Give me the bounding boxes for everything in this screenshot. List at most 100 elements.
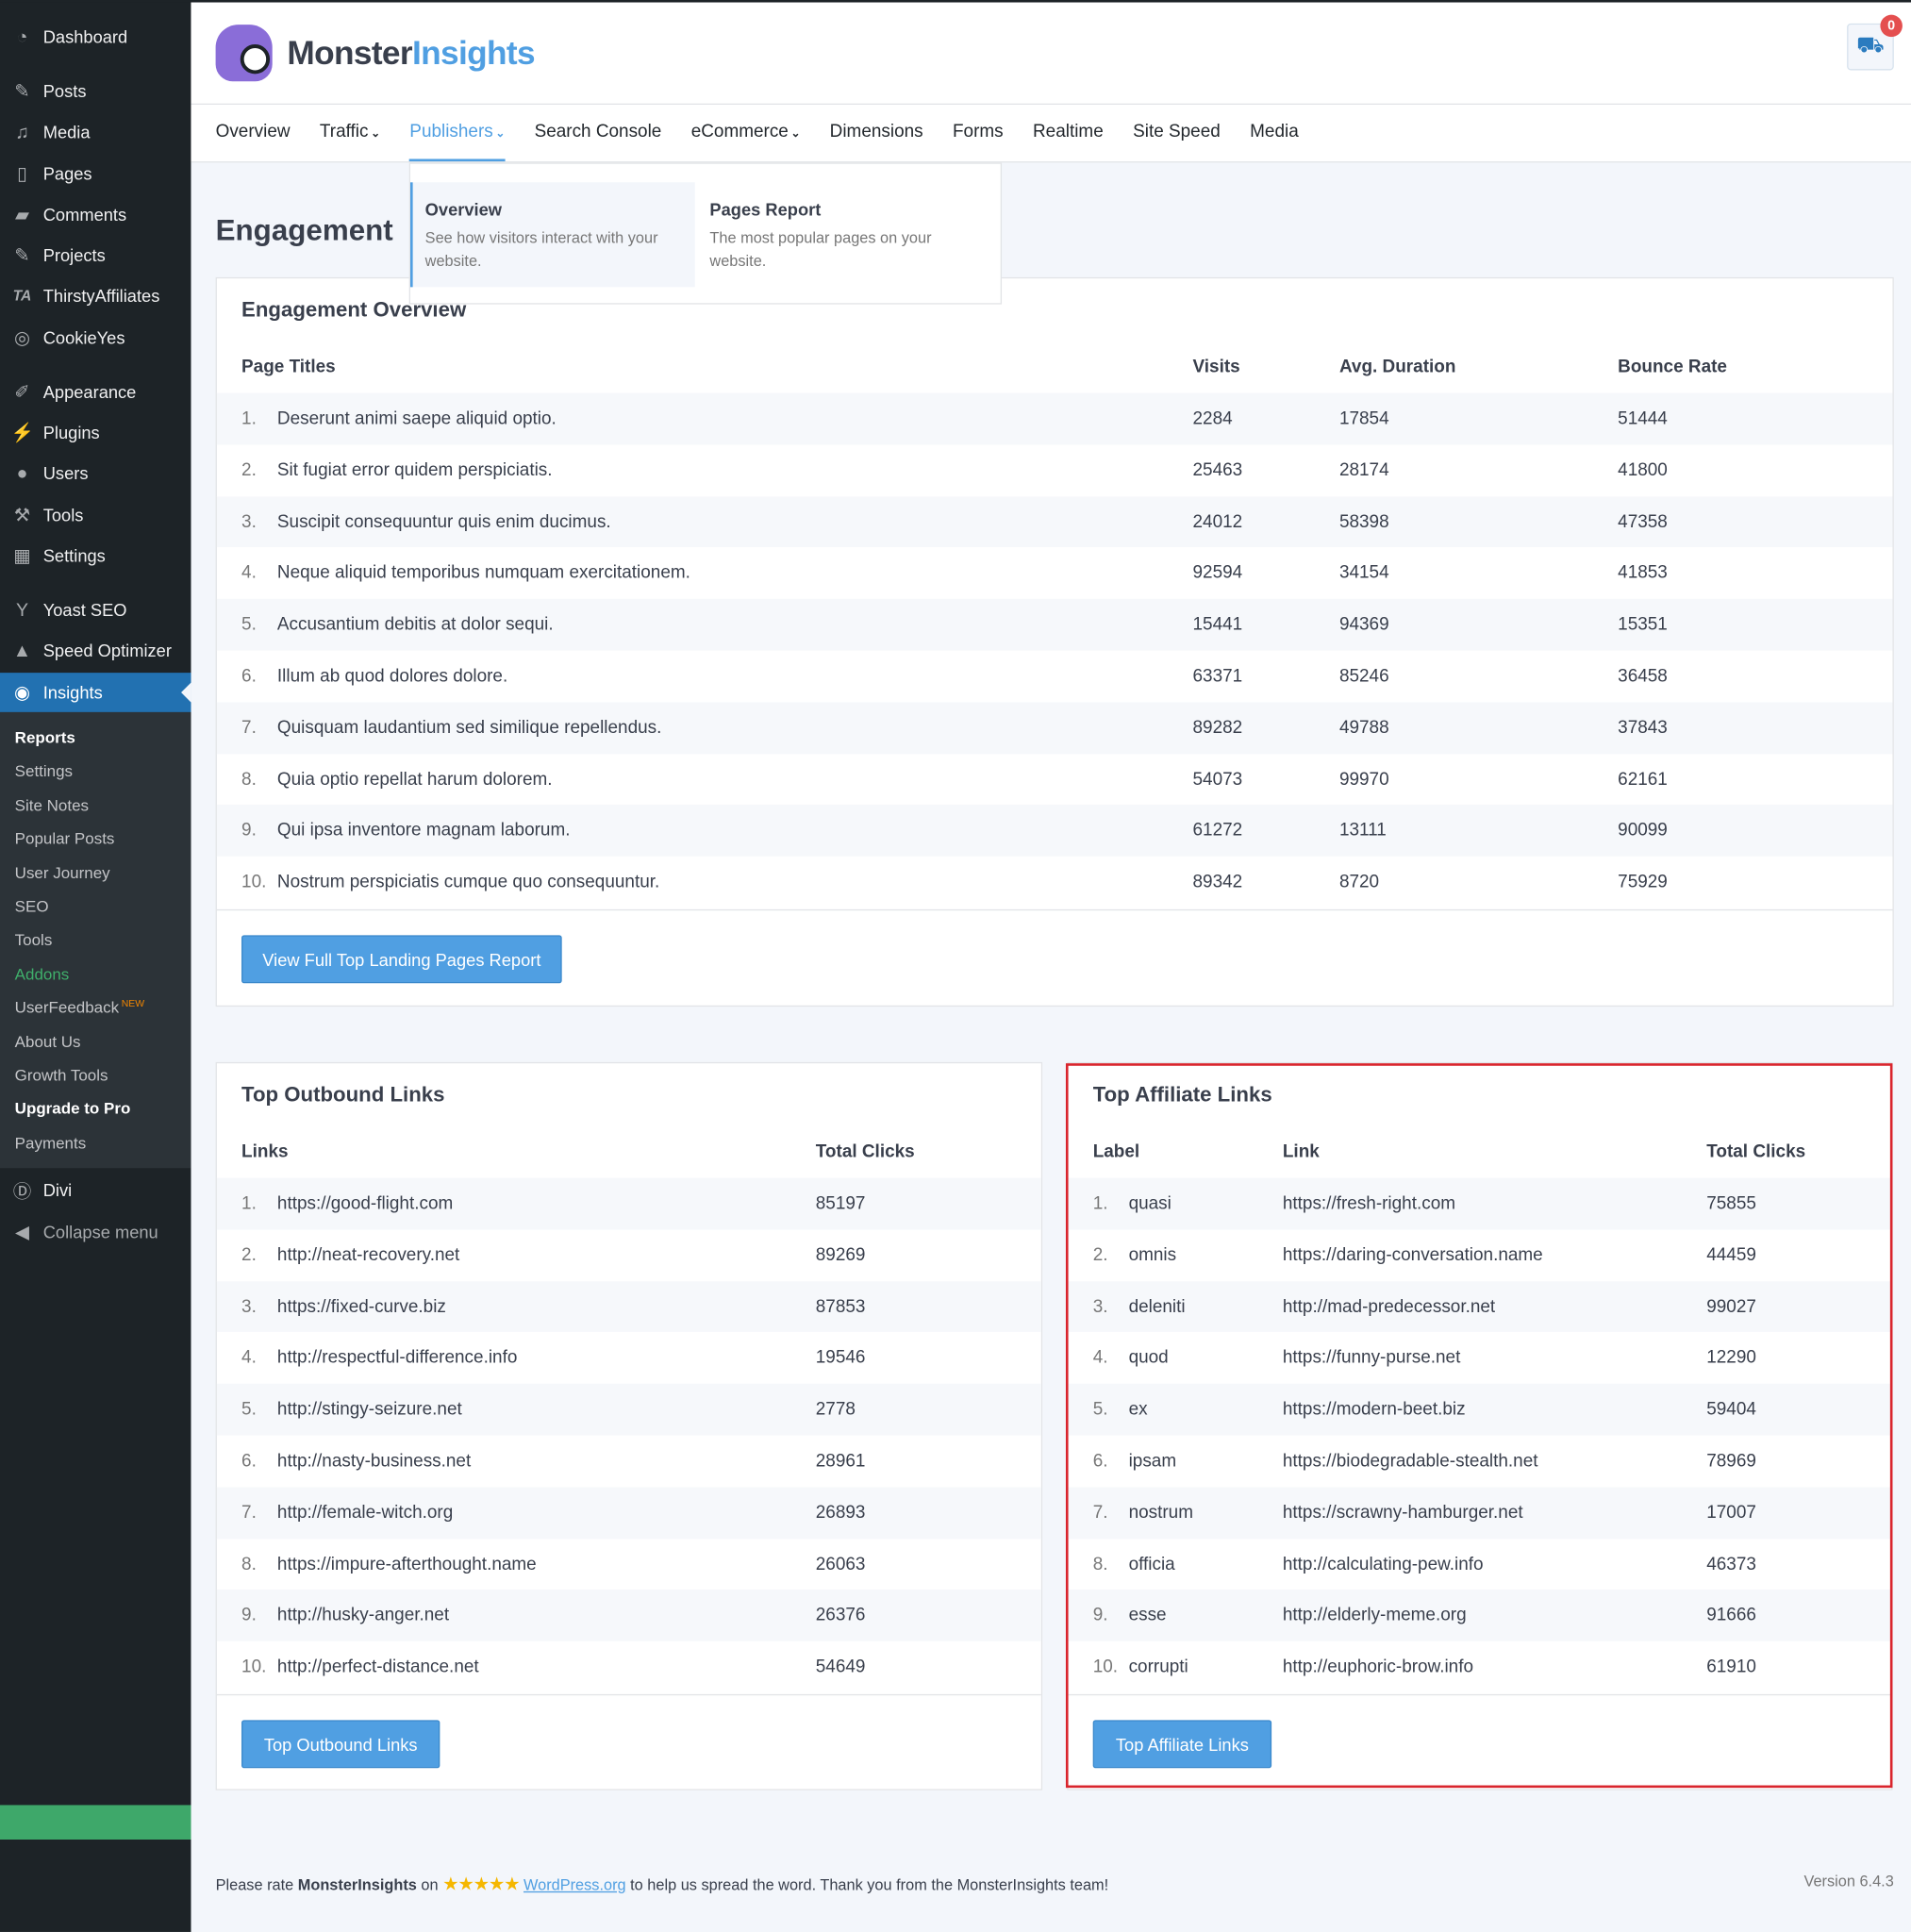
link-cell[interactable]: http://elderly-meme.org	[1283, 1606, 1467, 1625]
bounce-rate-cell: 51444	[1618, 408, 1668, 429]
top-outbound-links-card: Top Outbound Links Links Total Clicks 1.…	[215, 1061, 1043, 1790]
link-cell[interactable]: http://nasty-business.net	[277, 1452, 471, 1472]
new-badge: NEW	[121, 998, 145, 1009]
link-cell[interactable]: http://calculating-pew.info	[1283, 1555, 1484, 1574]
link-cell[interactable]: http://mad-predecessor.net	[1283, 1297, 1495, 1317]
tab-search-console[interactable]: Search Console	[535, 105, 662, 161]
dropdown-item-pages-report[interactable]: Pages Report The most popular pages on yo…	[697, 182, 982, 287]
top-outbound-links-button[interactable]: Top Outbound Links	[241, 1720, 440, 1769]
yoast-icon: Y	[15, 599, 29, 621]
top-affiliate-links-button[interactable]: Top Affiliate Links	[1092, 1720, 1272, 1769]
visits-cell: 54073	[1192, 769, 1243, 790]
link-cell[interactable]: http://husky-anger.net	[277, 1606, 449, 1625]
sidebar-item-label: Speed Optimizer	[42, 641, 172, 661]
sidebar-item-users[interactable]: ● Users	[0, 454, 191, 493]
collapse-menu-button[interactable]: ◀ Collapse menu	[0, 1212, 191, 1252]
link-cell[interactable]: https://biodegradable-stealth.net	[1283, 1452, 1538, 1472]
dropdown-item-overview[interactable]: Overview See how visitors interact with y…	[409, 182, 695, 288]
sidebar-item-plugins[interactable]: ⚡ Plugins	[0, 413, 191, 453]
notifications-button[interactable]: ⛟ 0	[1847, 14, 1903, 71]
link-cell[interactable]: http://euphoric-brow.info	[1283, 1657, 1473, 1677]
visits-cell: 24012	[1192, 511, 1243, 532]
logo-text-light: Insights	[411, 33, 536, 72]
sidebar-item-dashboard[interactable]: ◔ Dashboard	[0, 17, 191, 57]
tab-site-speed[interactable]: Site Speed	[1133, 105, 1221, 161]
tab-ecommerce[interactable]: eCommerce ⌄	[691, 105, 801, 161]
inbox-icon: ⛟	[1856, 31, 1885, 58]
submenu-item-tools[interactable]: Tools	[15, 931, 53, 950]
sidebar-item-posts[interactable]: ✎ Posts	[0, 72, 191, 111]
upgrade-highlight	[0, 1805, 191, 1840]
submenu-item-payments[interactable]: Payments	[15, 1133, 87, 1152]
sidebar-item-settings[interactable]: ▦ Settings	[0, 536, 191, 575]
admin-sidebar: ◔ Dashboard ✎ Posts ♫ Media ▯ Pages ▰ Comments ✎ Pr…	[0, 0, 191, 1932]
table-row: 2. http://neat-recovery.net 89269	[217, 1229, 1041, 1281]
tab-label: Media	[1250, 122, 1299, 142]
table-row: 6. http://nasty-business.net 28961	[217, 1436, 1041, 1488]
link-cell[interactable]: https://fresh-right.com	[1283, 1194, 1455, 1214]
sidebar-item-comments[interactable]: ▰ Comments	[0, 194, 191, 234]
table-row: 9. esse http://elderly-meme.org 91666	[1068, 1590, 1892, 1641]
sidebar-item-divi[interactable]: Ⓓ Divi	[0, 1171, 191, 1210]
tab-publishers[interactable]: Publishers ⌄	[409, 105, 506, 162]
link-cell[interactable]: https://scrawny-hamburger.net	[1283, 1503, 1523, 1523]
link-cell[interactable]: https://good-flight.com	[277, 1194, 453, 1214]
sidebar-item-insights[interactable]: ◉ Insights	[0, 673, 191, 712]
table-row: 10. http://perfect-distance.net 54649	[217, 1641, 1041, 1693]
submenu-item-popular-posts[interactable]: Popular Posts	[15, 829, 115, 848]
table-row: 7. Quisquam laudantium sed similique repe…	[216, 702, 1893, 754]
sidebar-item-yoast-seo[interactable]: Y Yoast SEO	[0, 591, 191, 630]
link-cell[interactable]: http://female-witch.org	[277, 1503, 453, 1523]
tab-label: Search Console	[534, 122, 662, 142]
insights-submenu: Reports Settings Site Notes Popular Posts Us…	[0, 711, 191, 1840]
page-title-cell: Quia optio repellat harum dolorem.	[276, 769, 553, 790]
page-title-cell: Neque aliquid temporibus numquam exercit…	[276, 563, 690, 584]
tab-overview[interactable]: Overview	[216, 105, 291, 161]
submenu-item-user-journey[interactable]: User Journey	[15, 863, 110, 882]
sidebar-item-label: Users	[42, 463, 89, 483]
tab-media[interactable]: Media	[1250, 105, 1299, 161]
submenu-item-upgrade-to-pro[interactable]: Upgrade to Pro	[15, 1100, 131, 1119]
link-cell[interactable]: https://daring-conversation.name	[1283, 1245, 1543, 1265]
sidebar-item-media[interactable]: ♫ Media	[0, 112, 191, 152]
sidebar-item-cookieyes[interactable]: ◎ CookieYes	[0, 318, 191, 358]
link-cell[interactable]: http://stingy-seizure.net	[277, 1400, 462, 1420]
submenu-item-site-notes[interactable]: Site Notes	[15, 795, 89, 814]
sidebar-item-speed-optimizer[interactable]: ▲ Speed Optimizer	[0, 631, 191, 671]
link-cell[interactable]: http://perfect-distance.net	[277, 1657, 479, 1677]
tab-realtime[interactable]: Realtime	[1033, 105, 1104, 161]
row-number: 7.	[241, 1503, 257, 1524]
link-cell[interactable]: http://neat-recovery.net	[277, 1245, 459, 1265]
link-cell[interactable]: http://respectful-difference.info	[277, 1348, 517, 1368]
submenu-item-seo[interactable]: SEO	[15, 897, 49, 916]
dropdown-title: Pages Report	[709, 199, 822, 220]
sidebar-item-appearance[interactable]: ✐ Appearance	[0, 372, 191, 411]
tab-forms[interactable]: Forms	[953, 105, 1004, 161]
tab-dimensions[interactable]: Dimensions	[830, 105, 923, 161]
rating-stars-icon[interactable]: ★★★★★	[442, 1874, 521, 1895]
submenu-item-reports[interactable]: Reports	[15, 728, 75, 747]
sidebar-item-tools[interactable]: ⚒ Tools	[0, 495, 191, 535]
tab-label: Overview	[215, 122, 291, 142]
tab-traffic[interactable]: Traffic ⌄	[320, 105, 380, 161]
tab-label: Site Speed	[1133, 122, 1221, 142]
view-full-report-button[interactable]: View Full Top Landing Pages Report	[241, 935, 562, 984]
brush-icon: ✐	[14, 381, 30, 404]
tab-label: Dimensions	[829, 122, 923, 142]
submenu-item-settings[interactable]: Settings	[15, 762, 73, 781]
submenu-item-userfeedback[interactable]: UserFeedback NEW	[15, 998, 144, 1017]
submenu-item-addons[interactable]: Addons	[15, 964, 70, 983]
link-cell[interactable]: https://funny-purse.net	[1283, 1348, 1460, 1368]
link-cell[interactable]: https://modern-beet.biz	[1283, 1400, 1466, 1420]
sidebar-item-thirstyaffiliates[interactable]: TA ThirstyAffiliates	[0, 276, 191, 316]
wordpress-org-link[interactable]: WordPress.org	[523, 1876, 626, 1893]
sidebar-item-projects[interactable]: ✎ Projects	[0, 235, 191, 275]
column-header: Total Clicks	[1706, 1141, 1806, 1162]
link-cell[interactable]: https://fixed-curve.biz	[277, 1297, 446, 1317]
sidebar-item-label: Comments	[42, 204, 127, 225]
link-cell[interactable]: https://impure-afterthought.name	[277, 1555, 537, 1574]
sidebar-item-pages[interactable]: ▯ Pages	[0, 154, 191, 193]
submenu-item-about-us[interactable]: About Us	[15, 1032, 81, 1051]
submenu-item-growth-tools[interactable]: Growth Tools	[15, 1066, 108, 1085]
table-row: 5. Accusantium debitis at dolor sequi. 154…	[216, 599, 1893, 651]
